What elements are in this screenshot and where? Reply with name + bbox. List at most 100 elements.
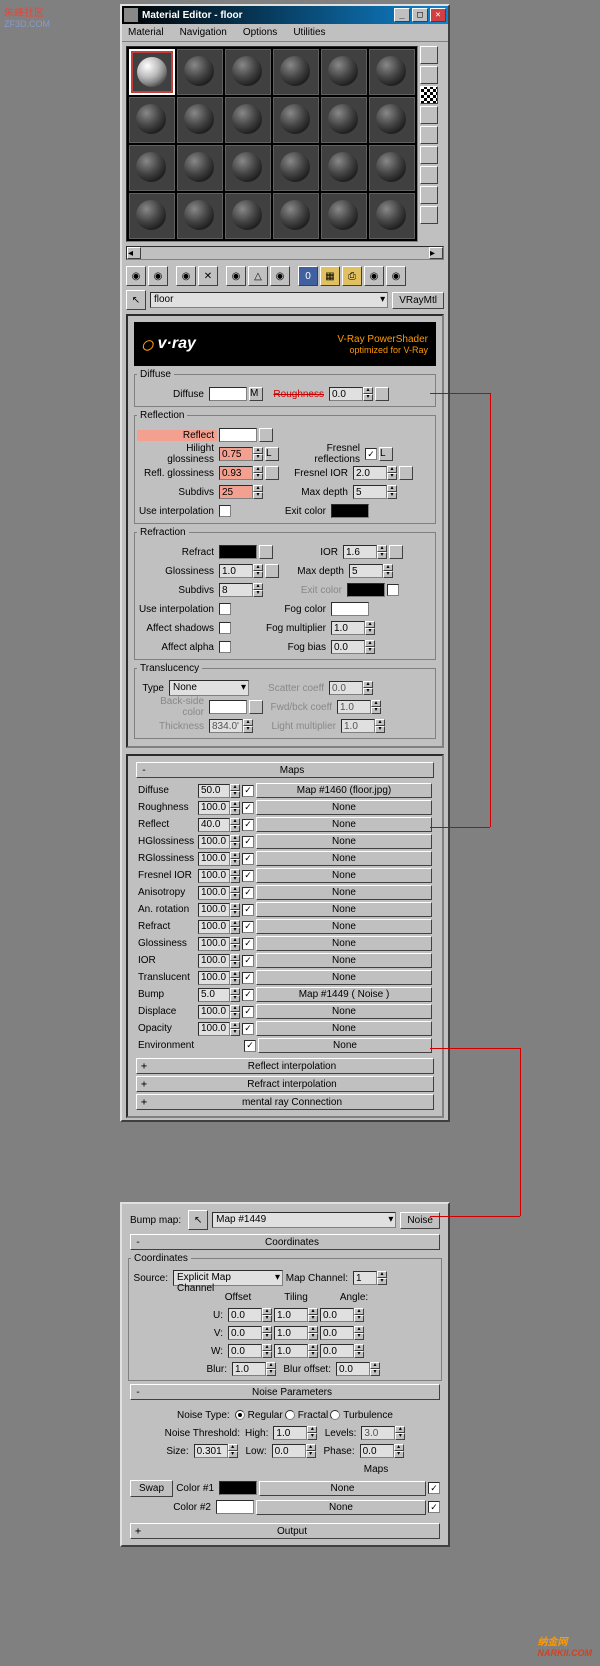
refr-exitcolor-swatch[interactable] [347, 583, 385, 597]
map-amount-spinner[interactable]: ▴▾ [198, 903, 240, 917]
fresnel-ior-map-button[interactable] [399, 466, 413, 480]
menu-material[interactable]: Material [124, 26, 168, 39]
thickness-spinner[interactable]: ▴▾ [209, 719, 253, 733]
map-enable-check[interactable]: ✓ [242, 989, 254, 1001]
w-angle-spinner[interactable]: ▴▾ [320, 1344, 364, 1358]
menu-options[interactable]: Options [239, 26, 281, 39]
diffuse-swatch[interactable] [209, 387, 247, 401]
bump-map-name-dropdown[interactable]: Map #1449 [212, 1212, 396, 1228]
map-enable-check[interactable]: ✓ [242, 870, 254, 882]
map-slot-button[interactable]: None [256, 1004, 432, 1019]
assign-to-selection-icon[interactable]: ◉ [176, 266, 196, 286]
roughness-map-button[interactable] [375, 387, 389, 401]
make-preview-icon[interactable] [420, 146, 438, 164]
options-icon[interactable] [420, 166, 438, 184]
size-spinner[interactable]: ▴▾ [194, 1444, 238, 1458]
scatter-coeff-spinner[interactable]: ▴▾ [329, 681, 373, 695]
sample-slot[interactable] [177, 145, 223, 191]
fog-color-swatch[interactable] [331, 602, 369, 616]
low-spinner[interactable]: ▴▾ [272, 1444, 316, 1458]
swap-button[interactable]: Swap [130, 1480, 173, 1497]
map-channel-spinner[interactable]: ▴▾ [353, 1271, 387, 1285]
v-angle-spinner[interactable]: ▴▾ [320, 1326, 364, 1340]
noise-params-rollout-header[interactable]: -Noise Parameters [130, 1384, 440, 1400]
titlebar[interactable]: Material Editor - floor _ □ ✕ [122, 6, 448, 24]
sample-slot[interactable] [129, 145, 175, 191]
blur-offset-spinner[interactable]: ▴▾ [336, 1362, 380, 1376]
hilight-gloss-lock[interactable]: L [265, 447, 279, 461]
affect-shadows-check[interactable] [219, 622, 231, 634]
sample-slot[interactable] [273, 193, 319, 239]
source-dropdown[interactable]: Explicit Map Channel [173, 1270, 283, 1286]
refr-gloss-map-button[interactable] [265, 564, 279, 578]
put-to-library-icon[interactable]: ◉ [270, 266, 290, 286]
refl-interp-check[interactable] [219, 505, 231, 517]
map-slot-button[interactable]: Map #1460 (floor.jpg) [256, 783, 432, 798]
map-amount-spinner[interactable]: ▴▾ [198, 988, 240, 1002]
material-id-icon[interactable]: 0 [298, 266, 318, 286]
backside-color-swatch[interactable] [209, 700, 247, 714]
sample-slot[interactable] [369, 49, 415, 95]
map-enable-check[interactable]: ✓ [242, 972, 254, 984]
sample-slot[interactable] [129, 193, 175, 239]
sample-slot[interactable] [273, 145, 319, 191]
map-slot-button[interactable]: None [256, 936, 432, 951]
map-slot-button[interactable]: None [256, 970, 432, 985]
material-type-button[interactable]: VRayMtl [392, 292, 444, 309]
sample-slot[interactable] [321, 193, 367, 239]
map-slot-button[interactable]: None [256, 919, 432, 934]
make-unique-icon[interactable]: △ [248, 266, 268, 286]
refract-interp-rollout[interactable]: +Refract interpolation [136, 1076, 434, 1092]
refr-ior-spinner[interactable]: ▴▾ [343, 545, 387, 559]
refr-exitcolor-check[interactable] [387, 584, 399, 596]
map-slot-button[interactable]: None [256, 800, 432, 815]
map-enable-check[interactable]: ✓ [242, 887, 254, 899]
close-button[interactable]: ✕ [430, 8, 446, 22]
map-enable-check[interactable]: ✓ [242, 853, 254, 865]
diffuse-map-button[interactable]: M [249, 387, 263, 401]
map-amount-spinner[interactable]: ▴▾ [198, 784, 240, 798]
color1-swatch[interactable] [219, 1481, 257, 1495]
menu-utilities[interactable]: Utilities [289, 26, 329, 39]
map-slot-button[interactable]: None [256, 953, 432, 968]
roughness-spinner[interactable]: ▴▾ [329, 387, 373, 401]
color2-swatch[interactable] [216, 1500, 254, 1514]
map-enable-check[interactable]: ✓ [242, 1006, 254, 1018]
put-to-scene-icon[interactable]: ◉ [148, 266, 168, 286]
map-enable-check[interactable]: ✓ [244, 1040, 256, 1052]
reflect-swatch[interactable] [219, 428, 257, 442]
color2-map-check[interactable]: ✓ [428, 1501, 440, 1513]
material-name-input[interactable]: floor [150, 292, 388, 308]
scroll-right-icon[interactable]: ▸ [429, 247, 443, 259]
map-amount-spinner[interactable]: ▴▾ [198, 835, 240, 849]
scroll-left-icon[interactable]: ◂ [127, 247, 141, 259]
fresnel-lock[interactable]: L [379, 447, 393, 461]
sample-slot[interactable] [273, 97, 319, 143]
refract-swatch[interactable] [219, 545, 257, 559]
map-enable-check[interactable]: ✓ [242, 785, 254, 797]
coordinates-rollout-header[interactable]: -Coordinates [130, 1234, 440, 1250]
map-enable-check[interactable]: ✓ [242, 1023, 254, 1035]
fresnel-refl-check[interactable]: ✓ [365, 448, 377, 460]
map-amount-spinner[interactable]: ▴▾ [198, 1005, 240, 1019]
sample-slot[interactable] [321, 145, 367, 191]
refr-interp-check[interactable] [219, 603, 231, 615]
sample-slot[interactable] [321, 97, 367, 143]
sample-slot[interactable] [321, 49, 367, 95]
map-amount-spinner[interactable]: ▴▾ [198, 852, 240, 866]
map-amount-spinner[interactable]: ▴▾ [198, 1022, 240, 1036]
map-amount-spinner[interactable]: ▴▾ [198, 954, 240, 968]
map-amount-spinner[interactable]: ▴▾ [198, 869, 240, 883]
sample-slot-active[interactable] [129, 49, 175, 95]
reset-map-icon[interactable]: ✕ [198, 266, 218, 286]
sample-slot[interactable] [225, 97, 271, 143]
fresnel-ior-spinner[interactable]: ▴▾ [353, 466, 397, 480]
v-offset-spinner[interactable]: ▴▾ [228, 1326, 272, 1340]
refl-gloss-map-button[interactable] [265, 466, 279, 480]
refr-maxdepth-spinner[interactable]: ▴▾ [349, 564, 393, 578]
w-offset-spinner[interactable]: ▴▾ [228, 1344, 272, 1358]
map-amount-spinner[interactable]: ▴▾ [198, 801, 240, 815]
minimize-button[interactable]: _ [394, 8, 410, 22]
blur-spinner[interactable]: ▴▾ [232, 1362, 276, 1376]
pick-material-icon[interactable]: ↖ [126, 290, 146, 310]
